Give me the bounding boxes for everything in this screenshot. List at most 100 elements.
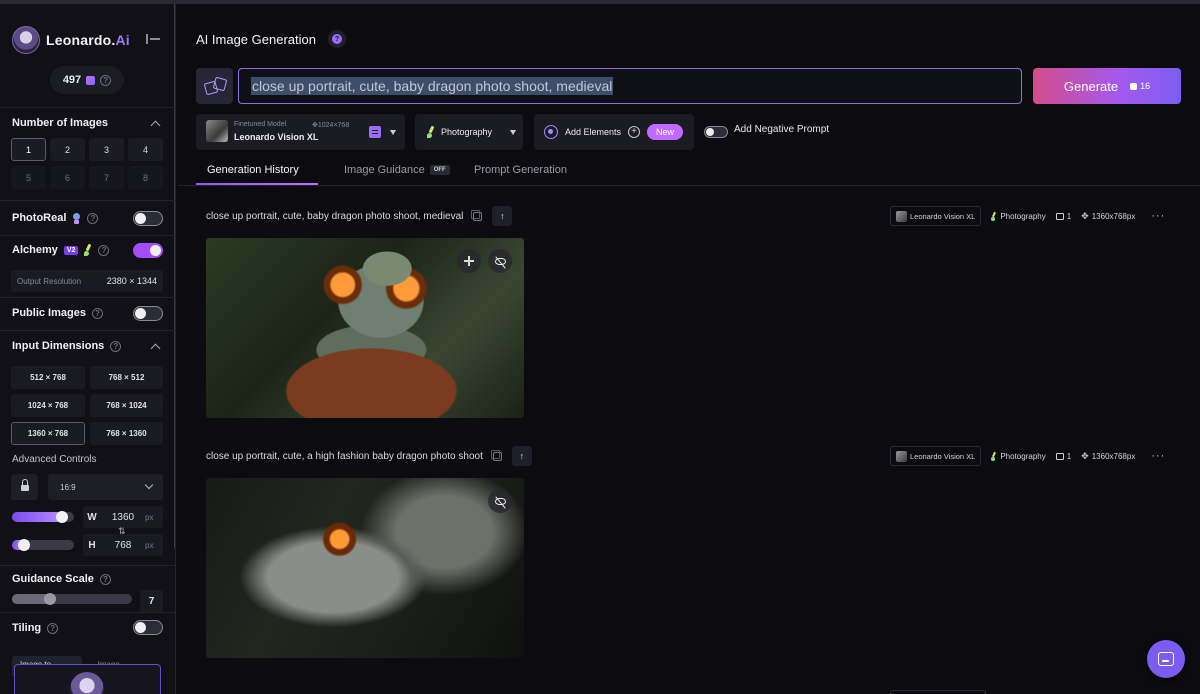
help-icon[interactable]: ? <box>110 340 122 352</box>
aspect-lock-button[interactable] <box>11 474 38 500</box>
public-images-label: Public Images <box>12 307 86 319</box>
aspect-ratio-select[interactable]: 16:9 <box>48 474 163 500</box>
help-icon[interactable]: ? <box>98 244 110 256</box>
guidance-scale-row: Guidance Scale ? <box>12 573 111 585</box>
prompt-text[interactable]: close up portrait, cute, baby dragon pho… <box>251 77 614 95</box>
height-value[interactable]: 768 <box>101 540 145 551</box>
prompt-input[interactable]: close up portrait, cute, baby dragon pho… <box>238 68 1022 104</box>
guidance-scale-value[interactable]: 7 <box>140 590 163 612</box>
page-help-button[interactable]: ? <box>327 30 346 48</box>
image-count-icon <box>1055 452 1064 460</box>
brand-suffix: Ai <box>115 32 130 48</box>
negative-prompt-toggle[interactable] <box>704 126 728 138</box>
model-dimensions: ✥1024×768 <box>312 122 350 129</box>
help-icon[interactable]: ? <box>91 307 103 319</box>
more-options-icon[interactable]: ··· <box>1151 210 1165 222</box>
generation-header: close up portrait, cute, a high fashion … <box>206 446 532 466</box>
tiling-toggle[interactable] <box>133 620 163 635</box>
tab-image-guidance[interactable]: Image Guidance OFF <box>344 164 450 176</box>
dim-768x1024[interactable]: 768 × 1024 <box>90 394 163 417</box>
meta-model-badge[interactable]: Leonardo Vision XL <box>890 206 982 226</box>
style-brush-icon <box>427 126 435 138</box>
divider <box>0 297 175 298</box>
generated-image[interactable] <box>206 478 524 658</box>
public-images-row: Public Images ? <box>12 307 103 319</box>
dim-512x768[interactable]: 512 × 768 <box>11 366 85 389</box>
model-selector[interactable]: Finetuned Model ✥1024×768 Leonardo Visio… <box>196 114 405 150</box>
dim-1360x768[interactable]: 1360 × 768 <box>11 422 85 445</box>
page-title-row: AI Image Generation ? <box>196 30 346 48</box>
height-field[interactable]: H 768 px <box>83 534 163 556</box>
width-slider-knob[interactable] <box>56 511 68 523</box>
help-icon[interactable]: ? <box>47 622 59 634</box>
random-prompt-button[interactable] <box>196 68 233 104</box>
alchemy-brush-icon <box>84 244 92 256</box>
hide-image-button[interactable] <box>488 489 512 513</box>
add-elements-button[interactable]: Add Elements + New <box>534 114 694 150</box>
generate-cost: 16 <box>1130 81 1150 91</box>
dim-768x1360[interactable]: 768 × 1360 <box>90 422 163 445</box>
num-images-8[interactable]: 8 <box>128 166 163 189</box>
num-images-5[interactable]: 5 <box>11 166 46 189</box>
public-images-toggle[interactable] <box>133 306 163 321</box>
dim-768x512[interactable]: 768 × 512 <box>90 366 163 389</box>
support-chat-button[interactable] <box>1147 640 1185 678</box>
generated-image[interactable] <box>206 238 524 418</box>
meta-style: Photography <box>991 212 1046 221</box>
num-images-4[interactable]: 4 <box>128 138 163 161</box>
model-list-icon[interactable] <box>369 126 381 138</box>
input-dimensions-title: Input Dimensions <box>12 340 105 352</box>
meta-size: ✥ 1360x768px <box>1081 450 1136 461</box>
num-images-1[interactable]: 1 <box>11 138 46 161</box>
height-slider[interactable] <box>12 539 74 551</box>
copy-icon[interactable] <box>471 209 483 221</box>
photoreal-toggle[interactable] <box>133 211 163 226</box>
tab-prompt-generation[interactable]: Prompt Generation <box>474 164 567 176</box>
height-slider-knob[interactable] <box>18 539 30 551</box>
more-options-icon[interactable]: ··· <box>1151 450 1165 462</box>
collapse-sidebar-icon[interactable] <box>146 34 160 44</box>
collapse-chevron-icon[interactable] <box>150 343 161 354</box>
photoreal-row: PhotoReal ? <box>12 212 99 224</box>
guidance-scale-knob[interactable] <box>44 593 56 605</box>
input-dimensions-row: Input Dimensions ? <box>12 340 122 352</box>
help-icon[interactable]: ? <box>87 212 99 224</box>
num-images-3[interactable]: 3 <box>89 138 124 161</box>
width-value[interactable]: 1360 <box>101 512 145 523</box>
meta-style: Photography <box>991 452 1046 461</box>
remix-icon <box>464 256 474 266</box>
num-images-7[interactable]: 7 <box>89 166 124 189</box>
help-icon[interactable]: ? <box>99 573 111 585</box>
divider <box>0 330 175 331</box>
style-selector[interactable]: Photography <box>415 114 523 150</box>
reuse-prompt-button[interactable]: ↑ <box>511 446 532 466</box>
num-images-2[interactable]: 2 <box>50 138 85 161</box>
alchemy-label: Alchemy <box>12 244 58 256</box>
width-slider[interactable] <box>12 511 74 523</box>
meta-size: ✥ 1360x768px <box>1081 210 1136 221</box>
guidance-scale-slider[interactable] <box>12 593 132 605</box>
alchemy-version-badge: V2 <box>63 245 79 255</box>
off-badge: OFF <box>429 165 450 175</box>
brand-logo[interactable]: Leonardo.Ai <box>12 26 130 54</box>
number-of-images-options: 1 2 3 4 5 6 7 8 <box>11 138 163 189</box>
reuse-prompt-button[interactable]: ↑ <box>492 206 513 226</box>
collapse-chevron-icon[interactable] <box>150 120 161 131</box>
dim-1024x768[interactable]: 1024 × 768 <box>11 394 85 417</box>
hide-image-button[interactable] <box>488 249 512 273</box>
sidebar-scrollbar[interactable] <box>174 4 175 549</box>
generate-button[interactable]: Generate 16 <box>1033 68 1181 104</box>
remix-button[interactable] <box>457 249 481 273</box>
tab-generation-history[interactable]: Generation History <box>207 164 299 176</box>
caret-down-icon <box>510 130 516 135</box>
help-icon[interactable]: ? <box>100 74 112 86</box>
copy-icon[interactable] <box>490 449 502 461</box>
token-balance[interactable]: 497 ? <box>50 66 124 94</box>
num-images-6[interactable]: 6 <box>50 166 85 189</box>
meta-model-badge[interactable]: Leonardo Vision XL <box>890 446 982 466</box>
token-icon <box>1130 82 1138 90</box>
width-field[interactable]: W 1360 px <box>83 506 163 528</box>
alchemy-toggle[interactable] <box>133 243 163 258</box>
negative-prompt-label[interactable]: Add Negative Prompt <box>734 124 829 135</box>
caret-down-icon[interactable] <box>390 130 396 135</box>
